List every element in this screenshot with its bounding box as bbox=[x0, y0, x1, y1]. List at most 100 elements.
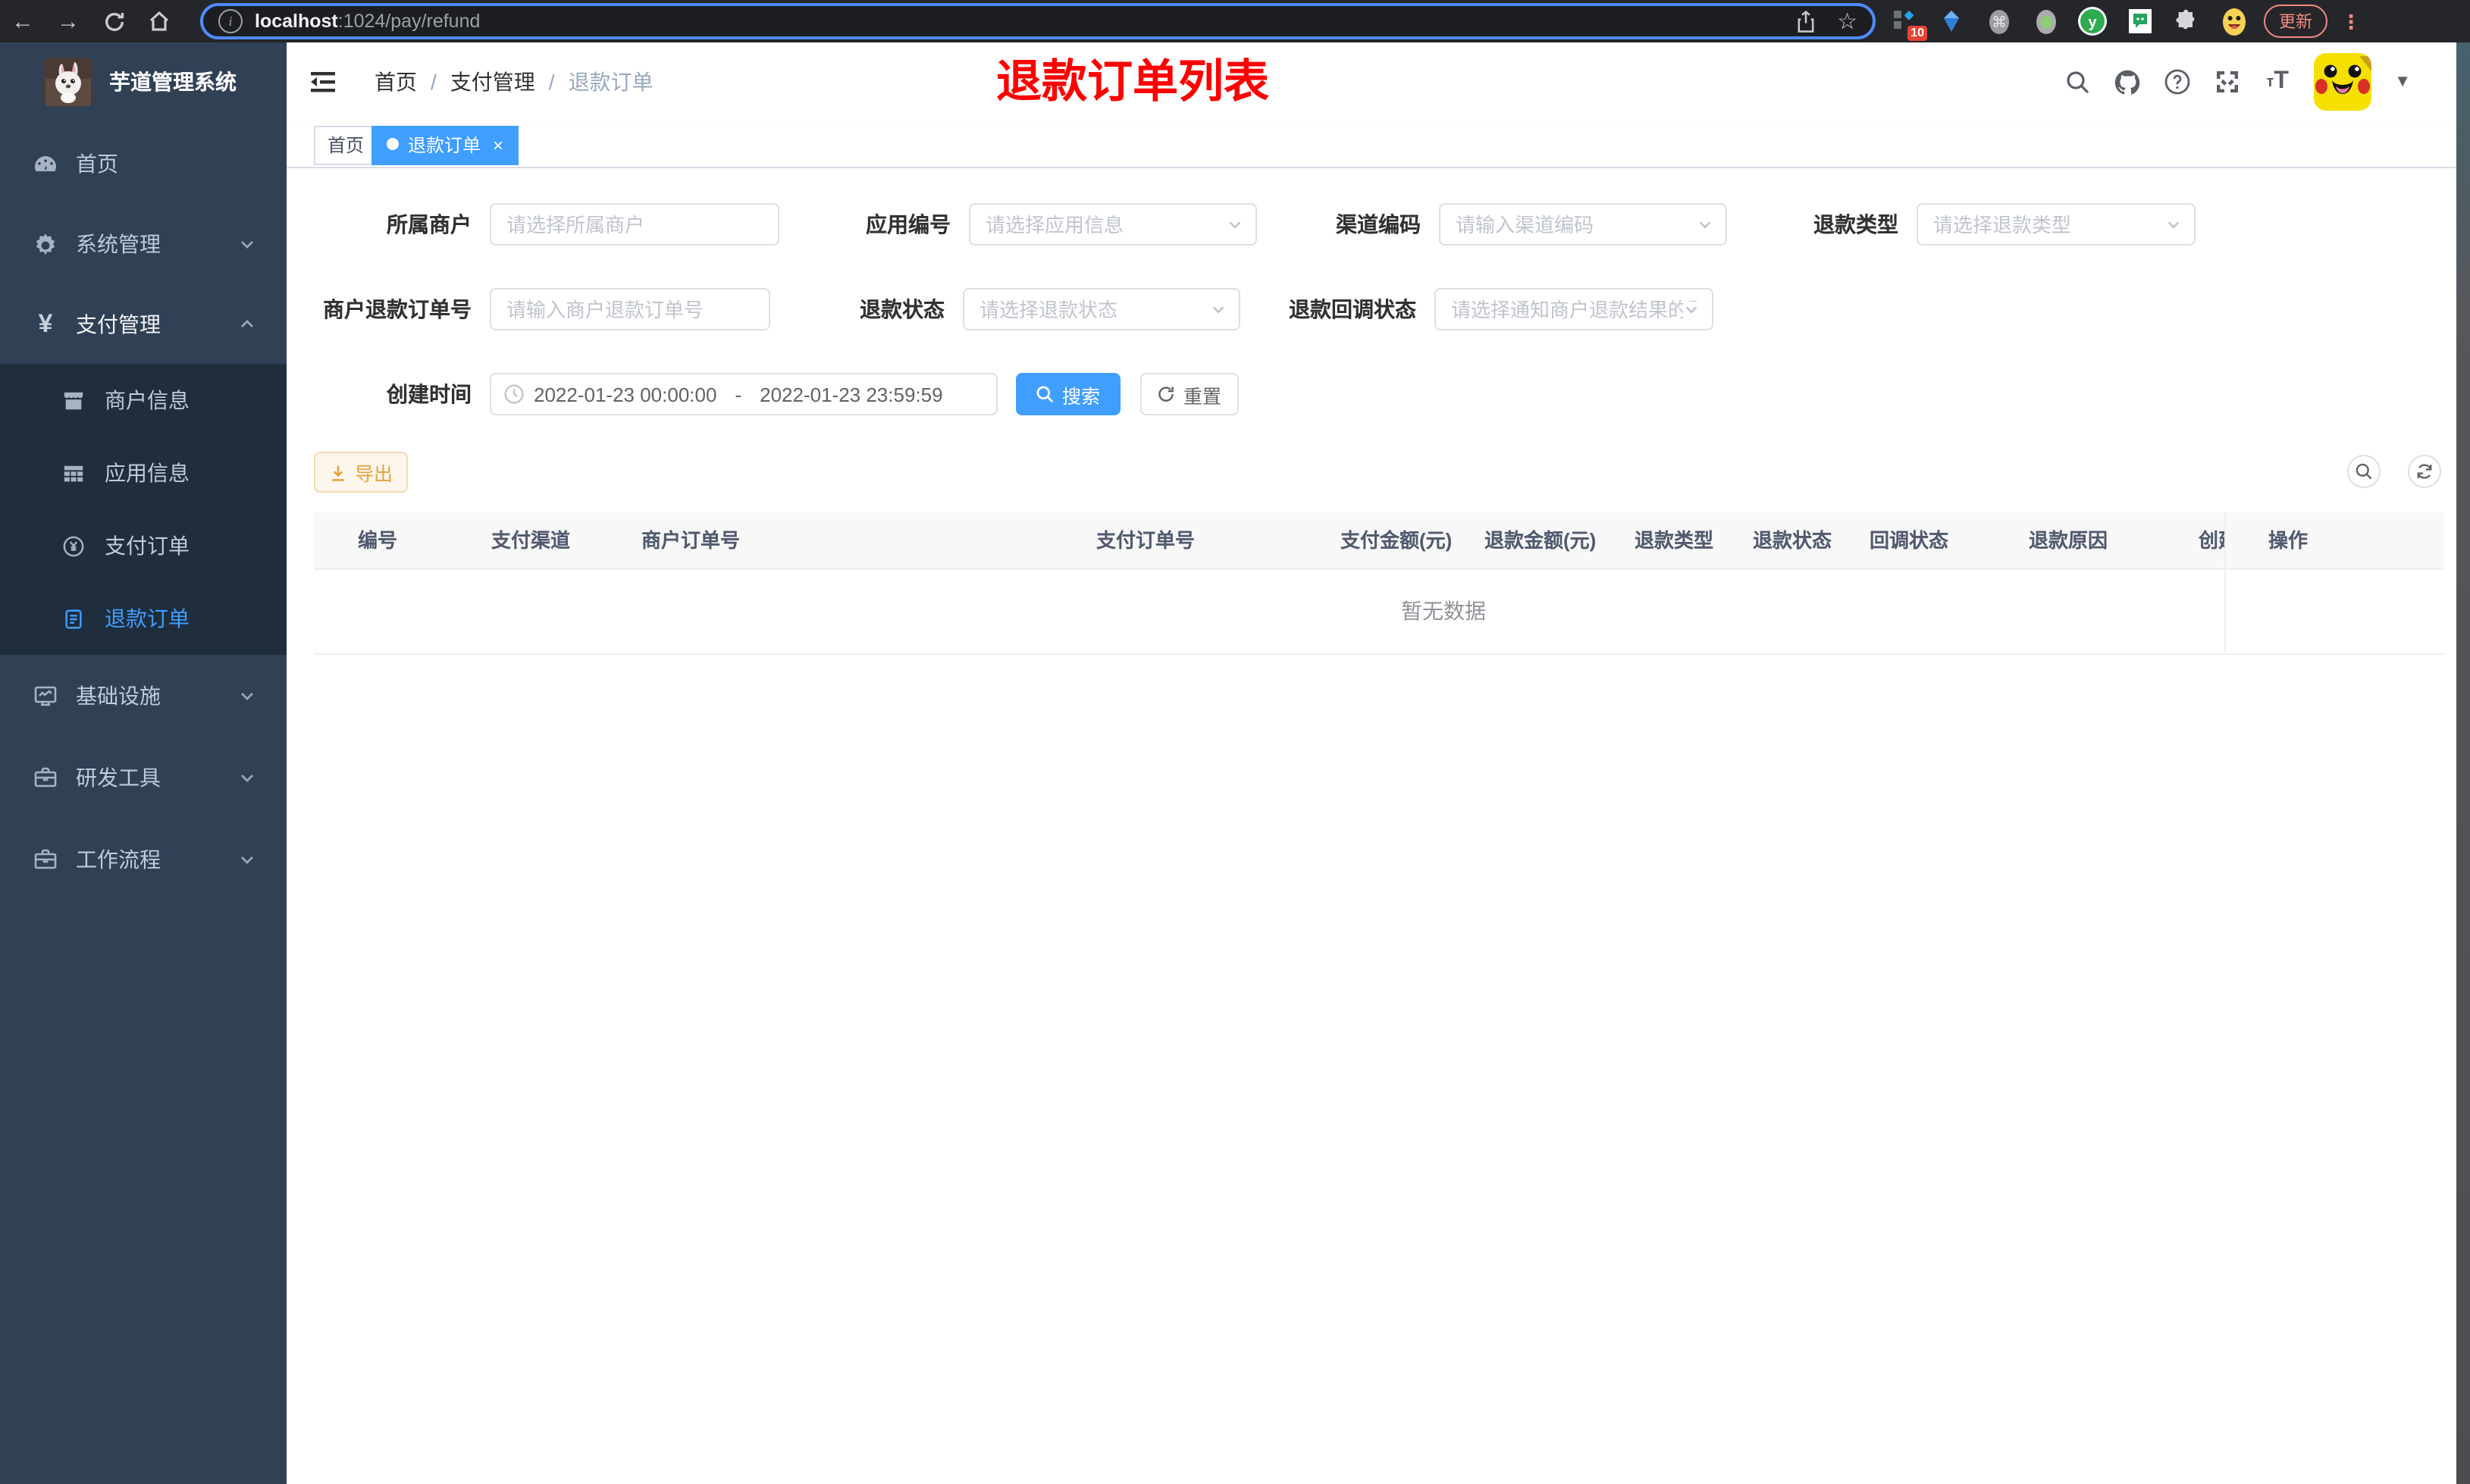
url-bar[interactable]: i localhost :1024/pay/refund ☆ bbox=[200, 3, 1876, 39]
fullscreen-icon[interactable] bbox=[2214, 68, 2241, 95]
merchant-refund-no-input[interactable] bbox=[491, 290, 769, 329]
sidebar-item-pay[interactable]: ¥ 支付管理 bbox=[0, 283, 287, 364]
extension-chat-icon[interactable] bbox=[2123, 5, 2156, 38]
breadcrumb-home[interactable]: 首页 bbox=[375, 67, 417, 97]
filter-notify-status: 退款回调状态 bbox=[1289, 288, 1713, 330]
table-header-row: 编号 支付渠道 商户订单号 支付订单号 支付金额(元) 退款金额(元) 退款类型… bbox=[314, 512, 2444, 570]
filter-label: 创建时间 bbox=[387, 382, 472, 406]
column-header: 支付订单号 bbox=[1096, 529, 1196, 552]
sidebar-item-label: 退款订单 bbox=[105, 606, 190, 631]
tags-view-bar: 首页 退款订单 × bbox=[287, 121, 2456, 168]
extension-emoji-icon[interactable] bbox=[2217, 5, 2250, 38]
reset-button[interactable]: 重置 bbox=[1140, 373, 1239, 415]
notify-status-select[interactable] bbox=[1436, 290, 1712, 329]
refund-status-select[interactable] bbox=[964, 290, 1239, 329]
font-size-icon[interactable]: тT bbox=[2264, 68, 2291, 95]
search-button-label: 搜索 bbox=[1061, 386, 1100, 407]
sidebar-item-label: 首页 bbox=[76, 151, 118, 175]
filter-create-time: 创建时间 2022-01-23 00:00:00 - 2022-01-23 23… bbox=[387, 373, 998, 415]
refund-type-select[interactable] bbox=[1918, 205, 2194, 244]
search-icon[interactable] bbox=[2064, 68, 2091, 95]
column-header: 退款状态 bbox=[1753, 529, 1832, 552]
sidebar-fold-icon[interactable] bbox=[308, 67, 338, 97]
tab-label: 退款订单 bbox=[408, 135, 481, 156]
tab-refund-order[interactable]: 退款订单 × bbox=[371, 126, 519, 165]
sidebar-item-home[interactable]: 首页 bbox=[0, 123, 287, 203]
site-info-icon[interactable]: i bbox=[218, 9, 243, 33]
extension-tabs-icon[interactable]: 10 bbox=[1888, 5, 1927, 41]
filter-label: 应用编号 bbox=[866, 212, 951, 236]
browser-back-icon[interactable]: ← bbox=[0, 0, 45, 42]
extension-puzzle-icon[interactable] bbox=[2170, 5, 2203, 38]
sidebar-item-refund-order[interactable]: 退款订单 bbox=[0, 582, 287, 655]
merchant-input[interactable] bbox=[491, 205, 778, 244]
column-header: 商户订单号 bbox=[641, 529, 741, 552]
filter-channel-code: 渠道编码 bbox=[1336, 203, 1727, 246]
sidebar-item-system[interactable]: 系统管理 bbox=[0, 203, 287, 283]
browser-update-button[interactable]: 更新 bbox=[2264, 5, 2327, 38]
gear-icon bbox=[36, 233, 55, 255]
main-area: 首页 / 支付管理 / 退款订单 退款订单列表 т T ▼ 首页 退款订单 × … bbox=[287, 42, 2456, 1484]
toggle-search-button[interactable] bbox=[2347, 455, 2381, 488]
url-host: localhost bbox=[255, 11, 338, 32]
browser-forward-icon[interactable]: → bbox=[45, 0, 91, 42]
monitor-chart-icon bbox=[34, 686, 57, 706]
url-path: :1024/pay/refund bbox=[337, 11, 481, 32]
avatar-caret-icon[interactable]: ▼ bbox=[2394, 73, 2411, 91]
app-logo-rabbit bbox=[44, 58, 92, 106]
extension-record-icon[interactable] bbox=[2029, 5, 2062, 38]
share-icon[interactable] bbox=[1795, 10, 1816, 33]
svg-text:y: y bbox=[2088, 14, 2097, 31]
browser-reload-icon[interactable] bbox=[91, 0, 136, 42]
tab-close-icon[interactable]: × bbox=[493, 135, 503, 156]
browser-menu-icon[interactable]: ⋮ bbox=[2341, 11, 2361, 31]
date-range-picker[interactable]: 2022-01-23 00:00:00 - 2022-01-23 23:59:5… bbox=[490, 373, 998, 415]
navbar-actions: тT ▼ bbox=[2064, 42, 2456, 121]
filter-merchant-refund-no: 商户退款订单号 bbox=[323, 288, 770, 330]
app-root: ← → i localhost :1024/pay/refund ☆ 10 ⌘ … bbox=[0, 0, 2470, 1484]
filter-label: 退款状态 bbox=[860, 297, 945, 321]
sidebar-item-app-info[interactable]: 应用信息 bbox=[0, 437, 287, 509]
column-header: 支付金额(元) bbox=[1340, 529, 1453, 552]
dashboard-icon bbox=[35, 155, 56, 171]
channel-code-select[interactable] bbox=[1440, 205, 1726, 244]
sidebar-item-infra[interactable]: 基础设施 bbox=[0, 655, 287, 737]
date-start: 2022-01-23 00:00:00 bbox=[534, 383, 717, 405]
breadcrumb-pay[interactable]: 支付管理 bbox=[450, 67, 535, 97]
refund-doc-icon bbox=[65, 609, 82, 628]
tab-home[interactable]: 首页 bbox=[314, 126, 378, 165]
filter-refund-type: 退款类型 bbox=[1813, 203, 2196, 246]
github-icon[interactable] bbox=[2114, 68, 2141, 95]
search-button[interactable]: 搜索 bbox=[1016, 373, 1121, 415]
filter-label: 退款类型 bbox=[1813, 212, 1898, 236]
sidebar-item-label: 应用信息 bbox=[105, 461, 190, 485]
sidebar-item-merchant-info[interactable]: 商户信息 bbox=[0, 364, 287, 437]
table-empty-row: 暂无数据 bbox=[314, 570, 2444, 655]
extension-y-icon[interactable]: y bbox=[2076, 5, 2109, 38]
sidebar-item-workflow[interactable]: 工作流程 bbox=[0, 819, 287, 900]
user-avatar[interactable] bbox=[2314, 53, 2372, 111]
export-button[interactable]: 导出 bbox=[314, 452, 408, 493]
sidebar-item-pay-order[interactable]: 支付订单 bbox=[0, 509, 287, 582]
browser-home-icon[interactable] bbox=[136, 0, 182, 42]
content-area: 所属商户 应用编号 渠道编码 退款类型 商户退款订单号 bbox=[287, 168, 2456, 1484]
extension-gem-icon[interactable] bbox=[1935, 5, 1968, 38]
bookmark-star-icon[interactable]: ☆ bbox=[1837, 8, 1857, 35]
refresh-table-button[interactable] bbox=[2408, 455, 2441, 488]
app-id-select[interactable] bbox=[970, 205, 1255, 244]
sidebar-item-label: 支付订单 bbox=[105, 534, 190, 558]
help-icon[interactable] bbox=[2164, 68, 2191, 95]
grid-icon bbox=[64, 465, 83, 481]
sidebar-item-devtools[interactable]: 研发工具 bbox=[0, 737, 287, 819]
extension-command-icon[interactable]: ⌘ bbox=[1982, 5, 2015, 38]
column-header: 退款类型 bbox=[1635, 529, 1714, 552]
page-title: 退款订单列表 bbox=[996, 58, 1269, 108]
top-navbar: 首页 / 支付管理 / 退款订单 退款订单列表 т T ▼ bbox=[287, 42, 2456, 121]
breadcrumb: 首页 / 支付管理 / 退款订单 bbox=[375, 42, 654, 121]
svg-text:⌘: ⌘ bbox=[1991, 14, 2006, 30]
download-icon bbox=[332, 465, 344, 481]
browser-toolbar: ← → i localhost :1024/pay/refund ☆ 10 ⌘ … bbox=[0, 0, 2470, 42]
sidebar-item-label: 研发工具 bbox=[76, 765, 161, 790]
sidebar-logo-row[interactable]: 芋道管理系统 bbox=[0, 42, 287, 121]
refresh-icon bbox=[1159, 387, 1174, 402]
